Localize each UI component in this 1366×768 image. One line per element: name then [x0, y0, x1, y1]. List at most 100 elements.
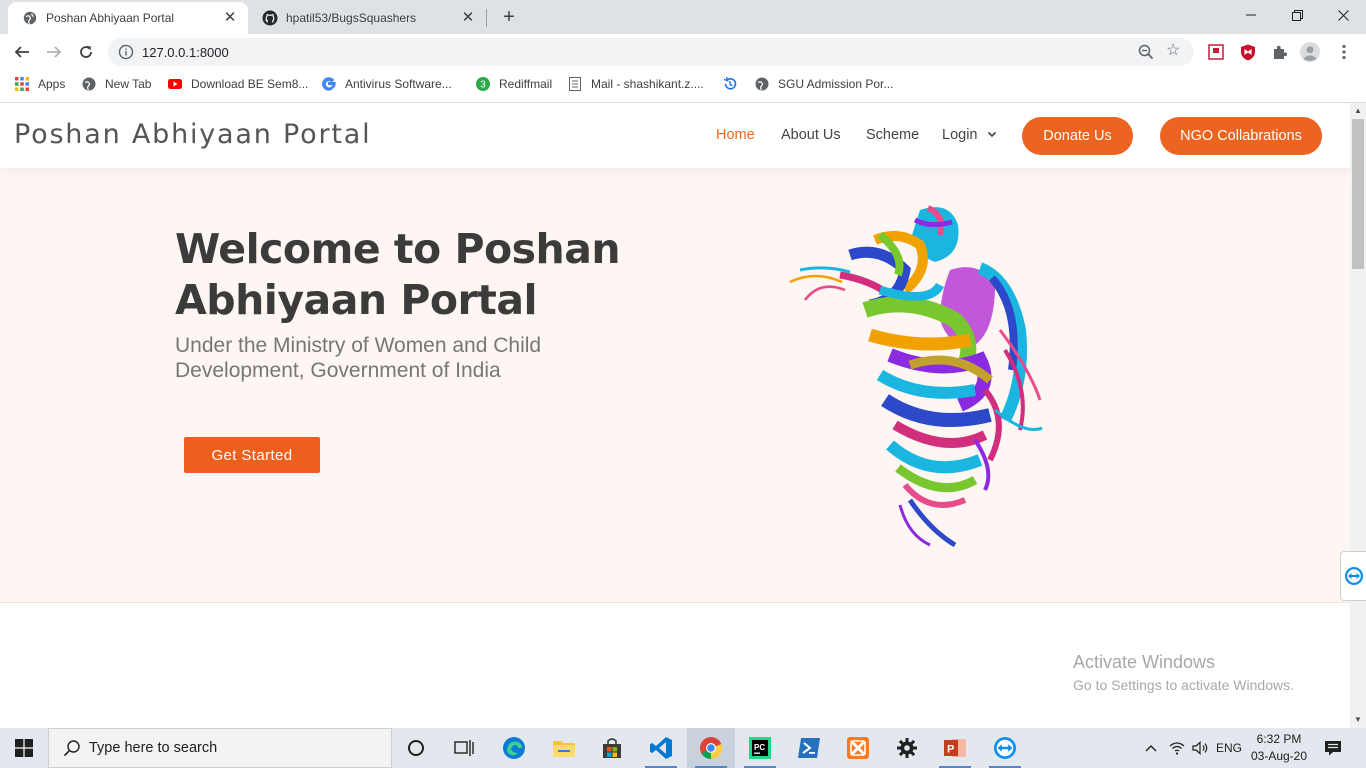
- svg-text:PC: PC: [754, 743, 765, 752]
- badge-count: 3: [480, 80, 486, 91]
- scroll-up-arrow-icon[interactable]: ▲: [1350, 103, 1366, 119]
- taskbar-teamviewer[interactable]: [981, 728, 1029, 768]
- url-text[interactable]: 127.0.0.1:8000: [142, 45, 229, 60]
- forward-button[interactable]: [42, 40, 66, 64]
- zoom-icon[interactable]: [1138, 44, 1154, 60]
- taskbar-powerpoint[interactable]: P: [931, 728, 979, 768]
- search-placeholder: Type here to search: [89, 740, 218, 756]
- profile-avatar-icon[interactable]: [1300, 42, 1320, 62]
- bookmark-label: Mail - shashikant.z....: [591, 77, 704, 91]
- taskbar-vscode[interactable]: [637, 728, 685, 768]
- nav-login-label: Login: [942, 127, 978, 143]
- bookmark-label: Antivirus Software...: [345, 77, 452, 91]
- svg-text:P: P: [947, 744, 954, 756]
- ngo-collaborations-button[interactable]: NGO Collabrations: [1160, 117, 1322, 155]
- show-hidden-icons[interactable]: [1140, 728, 1162, 768]
- apps-grid-icon: [15, 77, 29, 91]
- page-icon: [568, 77, 582, 91]
- taskbar-xampp[interactable]: [834, 728, 882, 768]
- tab-title: hpatil53/BugsSquashers: [286, 11, 417, 25]
- google-icon: [322, 77, 336, 91]
- site-logo[interactable]: Poshan Abhiyaan Portal: [14, 119, 371, 150]
- hero-title: Welcome to Poshan Abhiyaan Portal: [175, 225, 621, 324]
- mcafee-shield-icon[interactable]: [1238, 42, 1258, 62]
- restore-button[interactable]: [1274, 0, 1320, 30]
- bookmark-new-tab[interactable]: New Tab: [82, 75, 151, 93]
- task-view-button[interactable]: [440, 728, 488, 768]
- hero-section: Welcome to Poshan Abhiyaan Portal Under …: [0, 168, 1350, 603]
- tab-poshan-portal[interactable]: Poshan Abhiyaan Portal ✕: [8, 2, 248, 34]
- teamviewer-panel-tab[interactable]: [1340, 551, 1366, 601]
- github-icon: [262, 10, 278, 26]
- bookmark-apps[interactable]: Apps: [15, 75, 65, 93]
- cortana-button[interactable]: [392, 728, 440, 768]
- back-button[interactable]: [10, 40, 34, 64]
- info-icon[interactable]: [118, 44, 134, 60]
- notification-icon: [1325, 741, 1341, 756]
- wifi-icon: [1169, 742, 1185, 755]
- bookmark-antivirus[interactable]: Antivirus Software...: [322, 75, 452, 93]
- xampp-icon: [847, 737, 869, 759]
- close-tab-icon[interactable]: ✕: [460, 10, 476, 26]
- new-tab-button[interactable]: +: [498, 6, 520, 28]
- taskbar-search-box[interactable]: Type here to search: [48, 728, 392, 768]
- taskbar-edge[interactable]: [490, 728, 538, 768]
- bookmark-sgu[interactable]: SGU Admission Por...: [755, 75, 893, 93]
- activation-title: Activate Windows: [1073, 652, 1216, 672]
- bookmark-label: Apps: [38, 77, 66, 91]
- browser-tab-strip: Poshan Abhiyaan Portal ✕ hpatil53/BugsSq…: [0, 0, 1366, 34]
- cortana-circle-icon: [408, 740, 424, 756]
- tab-github-repo[interactable]: hpatil53/BugsSquashers ✕: [248, 2, 486, 34]
- bookmark-star-icon[interactable]: ☆: [1166, 42, 1184, 60]
- scroll-down-arrow-icon[interactable]: ▼: [1350, 712, 1366, 728]
- search-icon: [63, 740, 80, 757]
- tab-divider: [486, 9, 487, 27]
- nav-home[interactable]: Home: [716, 127, 755, 143]
- close-window-button[interactable]: [1320, 0, 1366, 30]
- chrome-menu-icon[interactable]: [1334, 42, 1354, 62]
- windows-taskbar: Type here to search PC P ENG 6:32 PM 03-…: [0, 728, 1366, 768]
- taskbar-store[interactable]: [588, 728, 636, 768]
- extensions-puzzle-icon[interactable]: [1270, 42, 1290, 62]
- tab-title: Poshan Abhiyaan Portal: [46, 11, 175, 25]
- teamviewer-icon: [994, 737, 1016, 759]
- reload-button[interactable]: [74, 40, 98, 64]
- chevron-down-icon: [987, 131, 996, 138]
- globe-icon: [82, 77, 96, 91]
- address-bar[interactable]: 127.0.0.1:8000 ☆: [108, 38, 1194, 66]
- page-viewport: Poshan Abhiyaan Portal Home About Us Sch…: [0, 103, 1350, 728]
- bookmark-download-be[interactable]: Download BE Sem8...: [168, 75, 308, 93]
- scrollbar-thumb[interactable]: [1352, 119, 1364, 269]
- nav-about-us[interactable]: About Us: [781, 127, 841, 143]
- extension-pdf-icon[interactable]: [1206, 42, 1226, 62]
- nav-login[interactable]: Login: [942, 127, 997, 143]
- bookmark-rediffmail[interactable]: 3 Rediffmail: [476, 75, 552, 93]
- input-language[interactable]: ENG: [1214, 728, 1244, 768]
- taskbar-pycharm[interactable]: PC: [736, 728, 784, 768]
- nav-scheme[interactable]: Scheme: [866, 127, 919, 143]
- bookmark-history[interactable]: [723, 75, 746, 93]
- history-icon: [723, 77, 737, 91]
- taskbar-powershell[interactable]: [785, 728, 833, 768]
- taskbar-settings[interactable]: [883, 728, 931, 768]
- volume-control[interactable]: [1190, 728, 1212, 768]
- site-header: Poshan Abhiyaan Portal Home About Us Sch…: [0, 103, 1350, 168]
- network-status[interactable]: [1166, 728, 1188, 768]
- minimize-button[interactable]: [1228, 0, 1274, 30]
- bookmark-mail[interactable]: Mail - shashikant.z....: [568, 75, 704, 93]
- arrow-left-icon: [14, 46, 29, 58]
- start-button[interactable]: [0, 728, 48, 768]
- taskbar-chrome[interactable]: [687, 728, 735, 768]
- get-started-button[interactable]: Get Started: [184, 437, 320, 473]
- taskbar-clock[interactable]: 6:32 PM 03-Aug-20: [1244, 731, 1314, 765]
- donate-button[interactable]: Donate Us: [1022, 117, 1133, 155]
- bookmark-label: SGU Admission Por...: [778, 77, 894, 91]
- close-tab-icon[interactable]: ✕: [222, 10, 238, 26]
- windows-logo-icon: [15, 739, 33, 757]
- bookmark-label: Download BE Sem8...: [191, 77, 309, 91]
- bookmark-label: Rediffmail: [499, 77, 553, 91]
- vscode-icon: [650, 737, 672, 759]
- taskbar-file-explorer[interactable]: [540, 728, 588, 768]
- action-center-button[interactable]: [1318, 728, 1348, 768]
- bookmark-label: New Tab: [105, 77, 152, 91]
